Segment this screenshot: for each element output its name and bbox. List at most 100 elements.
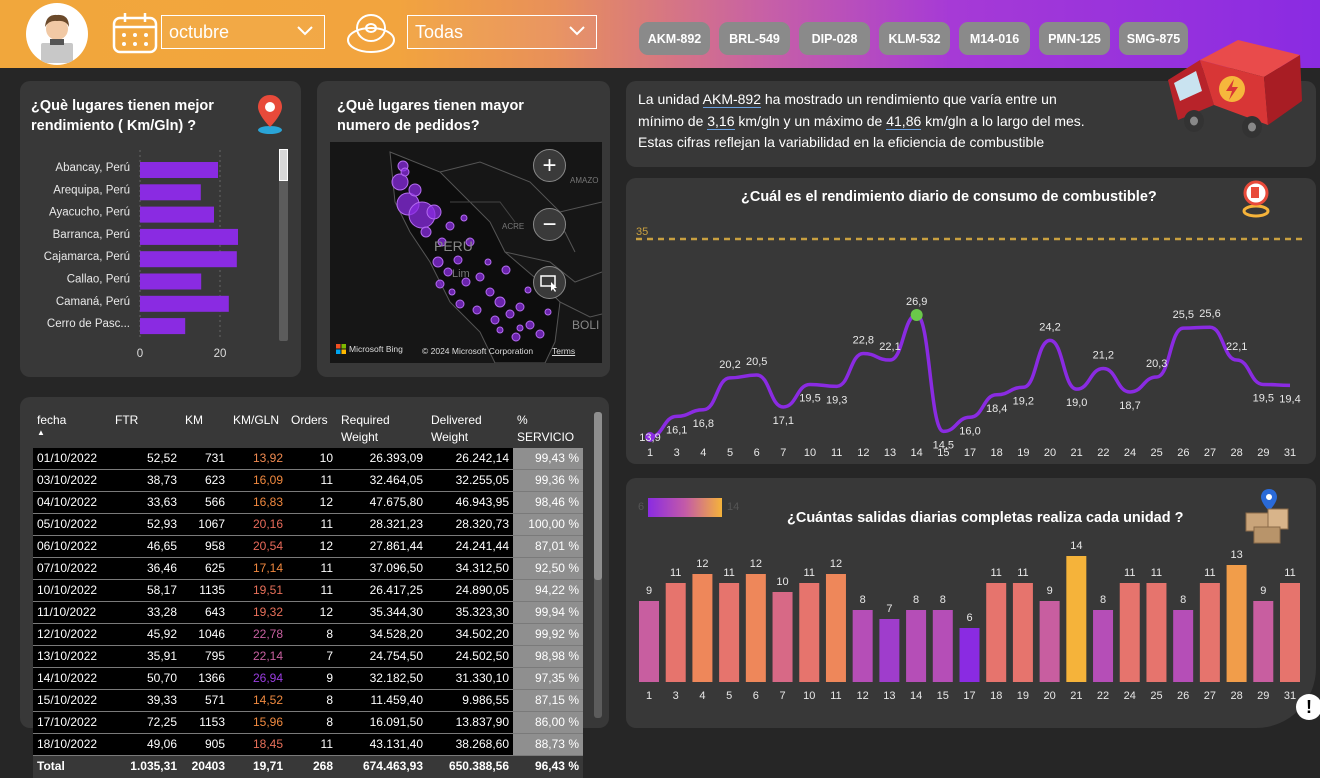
table-row[interactable]: 11/10/2022 33,28 643 19,32 12 35.344,30 35.323… [33, 601, 583, 625]
x-tick-label: 24 [1124, 447, 1136, 459]
cell-del: 34.502,20 [427, 623, 513, 647]
table-row[interactable]: 10/10/2022 58,17 1135 19,51 11 26.417,25 24.89… [33, 579, 583, 603]
month-select[interactable]: octubre [161, 15, 325, 49]
data-label: 11 [670, 567, 681, 579]
x-tick-label: 1 [647, 447, 653, 459]
category-label: Camaná, Perú [56, 296, 130, 308]
unit-chip-m14-016[interactable]: M14-016 [959, 22, 1030, 55]
cell-km: 958 [181, 535, 229, 559]
table-row[interactable]: 17/10/2022 72,25 1153 15,96 8 16.091,50 13.837… [33, 711, 583, 735]
unit-chip-klm-532[interactable]: KLM-532 [879, 22, 950, 55]
table-row[interactable]: 04/10/2022 33,63 566 16,83 12 47.675,80 46.943… [33, 491, 583, 515]
cell-orders: 12 [287, 601, 337, 625]
data-label: 17,1 [773, 415, 794, 427]
x-tick-label: 28 [1230, 690, 1242, 702]
cell-kmgln: 20,16 [229, 513, 287, 537]
x-tick-label: 31 [1284, 690, 1296, 702]
bar-chart-scroll-thumb[interactable] [279, 149, 288, 181]
cell-del: 13.837,90 [427, 711, 513, 735]
cell-ftr: 33,28 [111, 601, 181, 625]
column-bar [1146, 583, 1167, 682]
table-row[interactable]: 18/10/2022 49,06 905 18,45 11 43.131,40 38.268… [33, 733, 583, 757]
table-row[interactable]: 06/10/2022 46,65 958 20,54 12 27.861,44 24.241… [33, 535, 583, 559]
column-bar [719, 583, 740, 682]
cell-pct: 86,00 % [513, 711, 583, 735]
cell-ftr: 36,46 [111, 557, 181, 581]
table-row[interactable]: 03/10/2022 38,73 623 16,09 11 32.464,05 32.255… [33, 469, 583, 493]
map-label-bolivia: BOLI [572, 318, 600, 332]
x-tick-label: 25 [1150, 690, 1162, 702]
cell-pct: 87,01 % [513, 535, 583, 559]
col-fecha[interactable]: fecha ▲ [33, 410, 111, 448]
cell-fecha: 05/10/2022 [33, 513, 111, 537]
x-tick-label: 19 [1017, 447, 1029, 459]
info-button[interactable]: ! [1296, 694, 1320, 720]
cell-kmgln: 14,52 [229, 689, 287, 713]
x-tick-label: 14 [911, 447, 923, 459]
cell-kmgln: 15,96 [229, 711, 287, 735]
chevron-down-icon [297, 26, 313, 36]
cell-km: 571 [181, 689, 229, 713]
table-scroll-thumb[interactable] [594, 412, 602, 580]
unit-chip-brl-549[interactable]: BRL-549 [719, 22, 790, 55]
col-km[interactable]: KM [181, 410, 229, 448]
table-row[interactable]: 05/10/2022 52,93 1067 20,16 11 28.321,23 28.32… [33, 513, 583, 537]
cell-req: 16.091,50 [337, 711, 427, 735]
cell-fecha: 15/10/2022 [33, 689, 111, 713]
unit-chip-akm-892[interactable]: AKM-892 [639, 22, 710, 55]
table-row[interactable]: 15/10/2022 39,33 571 14,52 8 11.459,40 9.986,5… [33, 689, 583, 713]
x-tick-label: 3 [673, 690, 679, 702]
col-delivered-weight[interactable]: Delivered Weight [427, 410, 513, 448]
bar-chart-scrollbar[interactable] [279, 149, 288, 341]
data-label: 24,2 [1039, 321, 1060, 333]
data-label: 8 [1180, 594, 1186, 606]
series-line [649, 313, 1291, 439]
table-header-row: fecha ▲ FTR KM KM/GLN Orders Required Wei… [33, 410, 583, 448]
x-tick-label: 13 [884, 447, 896, 459]
x-tick-label: 27 [1204, 447, 1216, 459]
x-tick-label: 1 [646, 690, 652, 702]
x-tick-label: 11 [831, 447, 842, 459]
delivery-truck-icon [1168, 40, 1302, 138]
col-orders[interactable]: Orders [287, 410, 337, 448]
column-bar [1280, 583, 1300, 682]
map-panel-title: ¿Què lugares tienen mayor numero de pedid… [337, 98, 524, 134]
col-servicio[interactable]: % SERVICIO [513, 410, 583, 448]
x-tick-label: 15 [937, 447, 949, 459]
zoom-in-button[interactable]: + [533, 149, 566, 182]
table-row[interactable]: 12/10/2022 45,92 1046 22,78 8 34.528,20 34.502… [33, 623, 583, 647]
city-select-value: Todas [415, 21, 464, 42]
table-row[interactable]: 01/10/2022 52,52 731 13,92 10 26.393,09 26.242… [33, 448, 583, 471]
data-label: 22,1 [1226, 341, 1247, 353]
x-tick-label: 19 [1017, 690, 1029, 702]
data-label: 11 [1017, 567, 1028, 579]
table-row[interactable]: 14/10/2022 50,70 1366 26,94 9 32.182,50 31.330… [33, 667, 583, 691]
city-select[interactable]: Todas [407, 15, 597, 49]
cell-km: 623 [181, 469, 229, 493]
col-required-weight[interactable]: Required Weight [337, 410, 427, 448]
data-label: 19,2 [1013, 395, 1034, 407]
cell-req: 26.417,25 [337, 579, 427, 603]
column-bar [1012, 583, 1033, 682]
cell-km: 1135 [181, 579, 229, 603]
col-kmgln[interactable]: KM/GLN [229, 410, 287, 448]
column-bar [745, 574, 766, 682]
zoom-out-button[interactable]: − [533, 208, 566, 241]
unit-chip-pmn-125[interactable]: PMN-125 [1039, 22, 1110, 55]
map-label-lima: Lim [452, 268, 470, 280]
orders-map[interactable]: PERÚ AMAZO ACRE BOLI Lim + − Microsoft B… [330, 142, 602, 363]
data-label: 11 [990, 567, 1001, 579]
data-label: 9 [1047, 585, 1053, 597]
table-scrollbar[interactable] [594, 412, 602, 718]
col-ftr[interactable]: FTR [111, 410, 181, 448]
cell-fecha: 17/10/2022 [33, 711, 111, 735]
map-terms-link[interactable]: Terms [552, 346, 575, 356]
user-avatar [26, 3, 88, 65]
unit-chip-dip-028[interactable]: DIP-028 [799, 22, 870, 55]
map-copyright: © 2024 Microsoft Corporation [422, 346, 534, 356]
total-km: 20403 [181, 755, 229, 778]
table-row[interactable]: 07/10/2022 36,46 625 17,14 11 37.096,50 34.312… [33, 557, 583, 581]
cell-ftr: 46,65 [111, 535, 181, 559]
select-area-button[interactable] [533, 266, 566, 299]
table-row[interactable]: 13/10/2022 35,91 795 22,14 7 24.754,50 24.502,… [33, 645, 583, 669]
